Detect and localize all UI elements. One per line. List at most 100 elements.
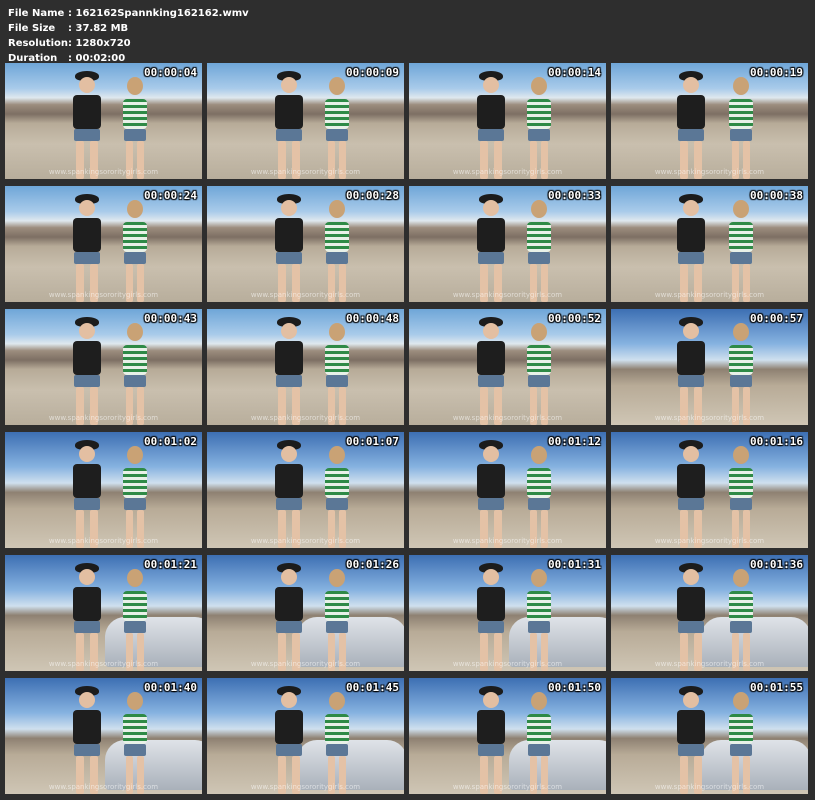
video-thumbnail[interactable]: 00:00:52 www.spankingsororitygirls.com (409, 309, 606, 425)
video-thumbnail[interactable]: 00:01:40 www.spankingsororitygirls.com (5, 678, 202, 794)
timestamp-label: 00:01:50 (548, 681, 601, 694)
watermark-text: www.spankingsororitygirls.com (250, 414, 361, 422)
info-key: File Name (8, 8, 65, 19)
person-figure (67, 561, 107, 671)
person-figure (67, 684, 107, 794)
person-figure (723, 688, 759, 794)
person-figure (269, 561, 309, 671)
watermark-text: www.spankingsororitygirls.com (250, 291, 361, 299)
resolution-row: Resolution : 1280x720 (8, 36, 249, 51)
person-figure (269, 438, 309, 548)
thumbnail-grid: 00:00:04 www.spankingsororitygirls.com 00:… (5, 63, 808, 794)
file-name-row: File Name : 162162Spannking162162.wmv (8, 6, 249, 21)
person-figure (521, 73, 557, 179)
watermark-text: www.spankingsororitygirls.com (250, 168, 361, 176)
timestamp-label: 00:00:28 (346, 189, 399, 202)
timestamp-label: 00:00:33 (548, 189, 601, 202)
timestamp-label: 00:00:43 (144, 312, 197, 325)
video-thumbnail[interactable]: 00:01:02 www.spankingsororitygirls.com (5, 432, 202, 548)
watermark-text: www.spankingsororitygirls.com (48, 414, 159, 422)
video-thumbnail[interactable]: 00:00:43 www.spankingsororitygirls.com (5, 309, 202, 425)
person-figure (723, 73, 759, 179)
watermark-text: www.spankingsororitygirls.com (654, 537, 765, 545)
file-info-panel: File Name : 162162Spannking162162.wmv Fi… (8, 6, 249, 66)
person-figure (67, 438, 107, 548)
person-figure (671, 69, 711, 179)
person-figure (117, 442, 153, 548)
person-figure (671, 684, 711, 794)
timestamp-label: 00:00:52 (548, 312, 601, 325)
person-figure (117, 196, 153, 302)
watermark-text: www.spankingsororitygirls.com (48, 537, 159, 545)
watermark-text: www.spankingsororitygirls.com (654, 783, 765, 791)
watermark-text: www.spankingsororitygirls.com (452, 537, 563, 545)
person-figure (521, 688, 557, 794)
video-thumbnail[interactable]: 00:00:38 www.spankingsororitygirls.com (611, 186, 808, 302)
person-figure (521, 565, 557, 671)
person-figure (319, 442, 355, 548)
video-thumbnail[interactable]: 00:00:33 www.spankingsororitygirls.com (409, 186, 606, 302)
person-figure (521, 442, 557, 548)
person-figure (269, 684, 309, 794)
person-figure (671, 561, 711, 671)
watermark-text: www.spankingsororitygirls.com (452, 414, 563, 422)
person-figure (67, 69, 107, 179)
timestamp-label: 00:01:26 (346, 558, 399, 571)
person-figure (319, 319, 355, 425)
person-figure (269, 69, 309, 179)
timestamp-label: 00:01:07 (346, 435, 399, 448)
person-figure (723, 196, 759, 302)
timestamp-label: 00:00:24 (144, 189, 197, 202)
timestamp-label: 00:01:31 (548, 558, 601, 571)
person-figure (671, 192, 711, 302)
watermark-text: www.spankingsororitygirls.com (452, 168, 563, 176)
video-thumbnail[interactable]: 00:00:24 www.spankingsororitygirls.com (5, 186, 202, 302)
person-figure (117, 319, 153, 425)
person-figure (471, 438, 511, 548)
video-thumbnail[interactable]: 00:00:04 www.spankingsororitygirls.com (5, 63, 202, 179)
video-thumbnail[interactable]: 00:01:12 www.spankingsororitygirls.com (409, 432, 606, 548)
timestamp-label: 00:00:48 (346, 312, 399, 325)
person-figure (471, 315, 511, 425)
watermark-text: www.spankingsororitygirls.com (452, 660, 563, 668)
info-key: File Size (8, 23, 56, 34)
video-thumbnail[interactable]: 00:00:19 www.spankingsororitygirls.com (611, 63, 808, 179)
watermark-text: www.spankingsororitygirls.com (48, 168, 159, 176)
video-thumbnail[interactable]: 00:01:45 www.spankingsororitygirls.com (207, 678, 404, 794)
video-thumbnail[interactable]: 00:00:48 www.spankingsororitygirls.com (207, 309, 404, 425)
video-thumbnail[interactable]: 00:01:31 www.spankingsororitygirls.com (409, 555, 606, 671)
video-thumbnail[interactable]: 00:00:14 www.spankingsororitygirls.com (409, 63, 606, 179)
person-figure (117, 688, 153, 794)
timestamp-label: 00:01:55 (750, 681, 803, 694)
person-figure (319, 565, 355, 671)
person-figure (471, 684, 511, 794)
video-thumbnail[interactable]: 00:00:28 www.spankingsororitygirls.com (207, 186, 404, 302)
person-figure (521, 196, 557, 302)
watermark-text: www.spankingsororitygirls.com (250, 660, 361, 668)
watermark-text: www.spankingsororitygirls.com (48, 783, 159, 791)
person-figure (471, 69, 511, 179)
video-thumbnail[interactable]: 00:01:21 www.spankingsororitygirls.com (5, 555, 202, 671)
person-figure (471, 192, 511, 302)
file-size-row: File Size : 37.82 MB (8, 21, 249, 36)
person-figure (319, 196, 355, 302)
video-thumbnail[interactable]: 00:01:07 www.spankingsororitygirls.com (207, 432, 404, 548)
watermark-text: www.spankingsororitygirls.com (452, 783, 563, 791)
video-thumbnail[interactable]: 00:01:50 www.spankingsororitygirls.com (409, 678, 606, 794)
info-value: : 37.82 MB (68, 23, 129, 34)
video-thumbnail[interactable]: 00:01:55 www.spankingsororitygirls.com (611, 678, 808, 794)
video-thumbnail[interactable]: 00:00:09 www.spankingsororitygirls.com (207, 63, 404, 179)
watermark-text: www.spankingsororitygirls.com (452, 291, 563, 299)
timestamp-label: 00:01:36 (750, 558, 803, 571)
person-figure (723, 442, 759, 548)
timestamp-label: 00:01:12 (548, 435, 601, 448)
info-value: : 162162Spannking162162.wmv (68, 8, 249, 19)
video-thumbnail[interactable]: 00:01:16 www.spankingsororitygirls.com (611, 432, 808, 548)
timestamp-label: 00:00:09 (346, 66, 399, 79)
watermark-text: www.spankingsororitygirls.com (654, 660, 765, 668)
person-figure (67, 315, 107, 425)
video-thumbnail[interactable]: 00:01:36 www.spankingsororitygirls.com (611, 555, 808, 671)
video-thumbnail[interactable]: 00:00:57 www.spankingsororitygirls.com (611, 309, 808, 425)
video-thumbnail[interactable]: 00:01:26 www.spankingsororitygirls.com (207, 555, 404, 671)
watermark-text: www.spankingsororitygirls.com (250, 537, 361, 545)
